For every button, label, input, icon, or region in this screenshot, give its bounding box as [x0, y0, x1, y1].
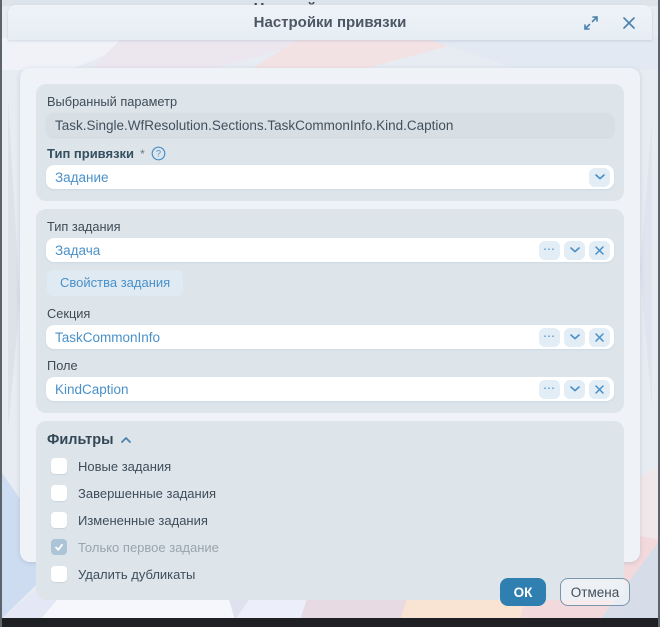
section-label: Секция	[47, 306, 614, 321]
checkbox-completed-tasks[interactable]: Завершенные задания	[51, 485, 614, 501]
selected-parameter-value: Task.Single.WfResolution.Sections.TaskCo…	[55, 118, 610, 133]
group-filters: Фильтры Новые задания Завершенные задани…	[36, 421, 624, 600]
dialog-body-panel: Выбранный параметр Task.Single.WfResolut…	[20, 68, 640, 562]
task-type-label: Тип задания	[47, 219, 614, 234]
selected-parameter-field: Task.Single.WfResolution.Sections.TaskCo…	[46, 113, 614, 137]
chevron-down-icon[interactable]	[564, 380, 585, 399]
required-asterisk: *	[140, 147, 145, 161]
chevron-down-icon[interactable]	[564, 328, 585, 347]
chevron-down-icon[interactable]	[564, 241, 585, 260]
help-icon[interactable]: ?	[151, 146, 166, 161]
chevron-down-icon[interactable]	[589, 168, 610, 187]
field-label: Поле	[47, 358, 614, 373]
checkbox-changed-tasks[interactable]: Измененные задания	[51, 512, 614, 528]
clear-icon[interactable]	[589, 380, 610, 399]
cancel-button[interactable]: Отмена	[560, 578, 630, 606]
expand-icon[interactable]	[582, 14, 600, 32]
dialog-header: Настройки привязки	[8, 5, 652, 40]
binding-type-label: Тип привязки	[47, 146, 134, 161]
ellipsis-icon[interactable]: ⋯	[539, 241, 560, 260]
checkbox-icon[interactable]	[51, 566, 67, 582]
field-field[interactable]: KindCaption ⋯	[46, 377, 614, 401]
dialog-title: Настройки привязки	[8, 14, 652, 31]
selected-parameter-label: Выбранный параметр	[47, 94, 614, 109]
task-type-value: Задача	[55, 243, 539, 258]
window-bottom-bar	[0, 618, 660, 627]
clear-icon[interactable]	[589, 241, 610, 260]
group-task-binding: Тип задания Задача ⋯ Свойства задания Се…	[36, 209, 624, 413]
checkbox-icon[interactable]	[51, 458, 67, 474]
checkbox-icon[interactable]	[51, 485, 67, 501]
dialog-footer: ОК Отмена	[500, 578, 630, 606]
ellipsis-icon[interactable]: ⋯	[539, 380, 560, 399]
svg-text:?: ?	[156, 149, 161, 159]
task-type-field[interactable]: Задача ⋯	[46, 238, 614, 262]
binding-settings-window: { "behind": { "clipped_title": "Настройк…	[0, 0, 660, 627]
checkbox-checked-icon	[51, 539, 67, 555]
binding-type-value: Задание	[55, 170, 589, 185]
ellipsis-icon[interactable]: ⋯	[539, 328, 560, 347]
section-field[interactable]: TaskCommonInfo ⋯	[46, 325, 614, 349]
checkbox-only-first-task: Только первое задание	[51, 539, 614, 555]
section-value: TaskCommonInfo	[55, 330, 539, 345]
filters-collapse-toggle[interactable]: Фильтры	[47, 432, 614, 448]
chevron-up-icon	[121, 437, 131, 443]
checkbox-icon[interactable]	[51, 512, 67, 528]
filters-title: Фильтры	[47, 432, 113, 448]
clear-icon[interactable]	[589, 328, 610, 347]
group-selected-parameter: Выбранный параметр Task.Single.WfResolut…	[36, 84, 624, 201]
close-icon[interactable]	[620, 14, 638, 32]
ok-button[interactable]: ОК	[500, 578, 546, 606]
checkbox-new-tasks[interactable]: Новые задания	[51, 458, 614, 474]
field-value: KindCaption	[55, 382, 539, 397]
binding-type-select[interactable]: Задание	[46, 165, 614, 189]
task-properties-button[interactable]: Свойства задания	[47, 270, 183, 296]
